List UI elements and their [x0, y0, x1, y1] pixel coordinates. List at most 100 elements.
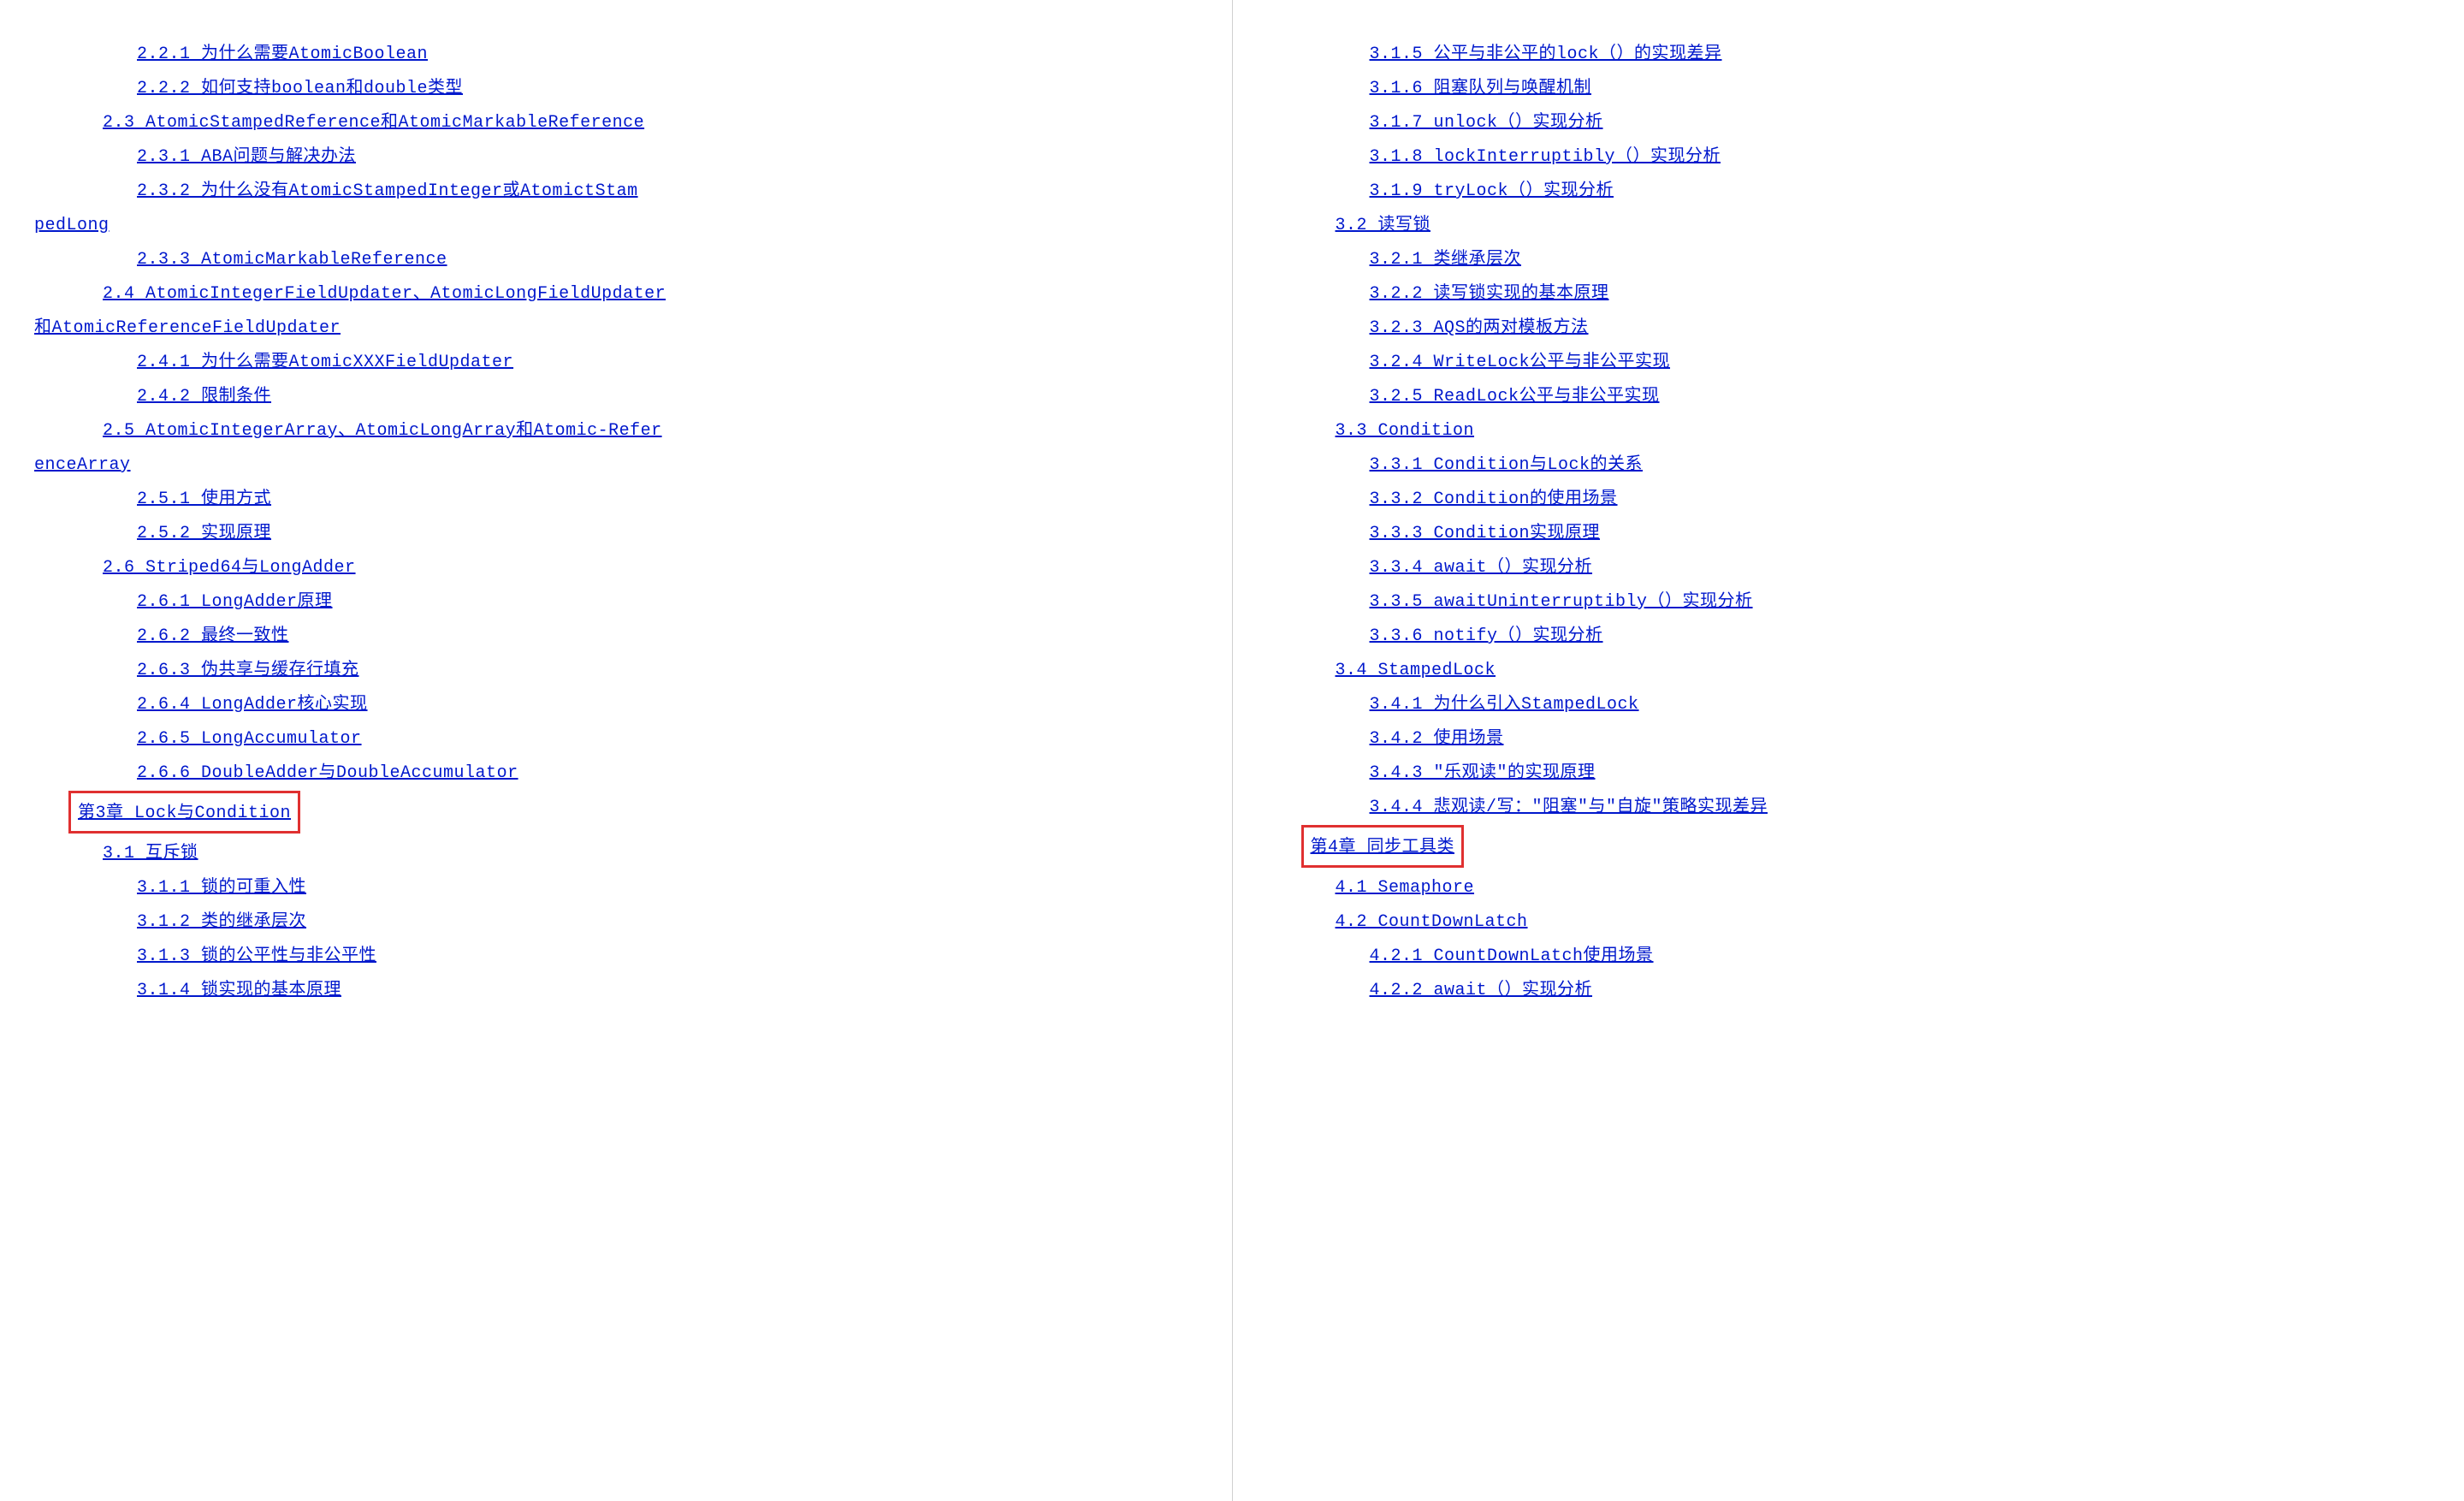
- toc-row: 2.6.6 DoubleAdder与DoubleAccumulator: [137, 756, 1198, 787]
- toc-link-continuation[interactable]: 和AtomicReferenceFieldUpdater: [34, 318, 341, 338]
- toc-link[interactable]: 2.6.3 伪共享与缓存行填充: [137, 661, 359, 680]
- toc-row: 3.1.2 类的继承层次: [137, 905, 1198, 936]
- toc-link[interactable]: 3.2.1 类继承层次: [1370, 250, 1522, 270]
- toc-row: 3.3 Condition: [1336, 414, 2431, 445]
- toc-link[interactable]: 2.6.5 LongAccumulator: [137, 729, 362, 749]
- toc-row: 2.6.3 伪共享与缓存行填充: [137, 654, 1198, 685]
- toc-row: 4.2.2 await（）实现分析: [1370, 974, 2431, 1005]
- toc-row: 2.3.3 AtomicMarkableReference: [137, 243, 1198, 274]
- toc-row: 2.6 Striped64与LongAdder: [103, 551, 1198, 582]
- toc-row: 3.1.5 公平与非公平的lock（）的实现差异: [1370, 38, 2431, 68]
- toc-link[interactable]: 2.4.1 为什么需要AtomicXXXFieldUpdater: [137, 353, 513, 372]
- toc-row: 3.1.9 tryLock（）实现分析: [1370, 175, 2431, 205]
- toc-link[interactable]: 2.4.2 限制条件: [137, 387, 271, 406]
- toc-row: 2.4.2 限制条件: [137, 380, 1198, 411]
- toc-row: 3.1.6 阻塞队列与唤醒机制: [1370, 72, 2431, 103]
- toc-row: 3.1.8 lockInterruptibly（）实现分析: [1370, 140, 2431, 171]
- toc-link[interactable]: 3.2.5 ReadLock公平与非公平实现: [1370, 387, 1660, 406]
- toc-row: 4.1 Semaphore: [1336, 871, 2431, 902]
- toc-link[interactable]: 2.3.1 ABA问题与解决办法: [137, 147, 356, 167]
- toc-row: 3.3.5 awaitUninterruptibly（）实现分析: [1370, 585, 2431, 616]
- chapter-highlight-box: 第4章 同步工具类: [1301, 825, 1465, 868]
- toc-row: 2.6.5 LongAccumulator: [137, 722, 1198, 753]
- toc-row: 第3章 Lock与Condition: [34, 791, 1198, 834]
- toc-link[interactable]: 2.2.1 为什么需要AtomicBoolean: [137, 44, 428, 64]
- toc-row: 4.2 CountDownLatch: [1336, 905, 2431, 936]
- toc-row: 2.3 AtomicStampedReference和AtomicMarkabl…: [103, 106, 1198, 137]
- toc-row: 3.4.2 使用场景: [1370, 722, 2431, 753]
- toc-row: 2.2.2 如何支持boolean和double类型: [137, 72, 1198, 103]
- toc-link[interactable]: 2.5.1 使用方式: [137, 489, 271, 509]
- toc-row: 2.6.2 最终一致性: [137, 620, 1198, 650]
- toc-link[interactable]: 4.2 CountDownLatch: [1336, 912, 1528, 932]
- toc-link[interactable]: 3.3.3 Condition实现原理: [1370, 524, 1601, 543]
- left-page: 2.2.1 为什么需要AtomicBoolean 2.2.2 如何支持boolea…: [0, 0, 1232, 1501]
- toc-link[interactable]: 3.3.6 notify（）实现分析: [1370, 626, 1603, 646]
- toc-link[interactable]: 3.4.3 "乐观读"的实现原理: [1370, 763, 1596, 783]
- toc-row: 3.4 StampedLock: [1336, 654, 2431, 685]
- toc-link-continuation[interactable]: pedLong: [34, 216, 110, 235]
- toc-chapter-link[interactable]: 第3章 Lock与Condition: [78, 804, 291, 823]
- toc-link[interactable]: 3.2.3 AQS的两对模板方法: [1370, 318, 1589, 338]
- toc-link[interactable]: 3.1.7 unlock（）实现分析: [1370, 113, 1603, 133]
- toc-row: 3.1.7 unlock（）实现分析: [1370, 106, 2431, 137]
- toc-link[interactable]: 3.1.8 lockInterruptibly（）实现分析: [1370, 147, 1721, 167]
- toc-link[interactable]: 3.1.2 类的继承层次: [137, 912, 306, 932]
- toc-link[interactable]: 2.6.4 LongAdder核心实现: [137, 695, 368, 715]
- toc-row: 2.4.1 为什么需要AtomicXXXFieldUpdater: [137, 346, 1198, 377]
- toc-link[interactable]: 3.4.2 使用场景: [1370, 729, 1504, 749]
- toc-link[interactable]: 3.4 StampedLock: [1336, 661, 1496, 680]
- toc-link-continuation[interactable]: enceArray: [34, 455, 131, 475]
- toc-link[interactable]: 2.6.1 LongAdder原理: [137, 592, 333, 612]
- toc-link[interactable]: 3.1.5 公平与非公平的lock（）的实现差异: [1370, 44, 1722, 64]
- toc-link[interactable]: 2.3 AtomicStampedReference和AtomicMarkabl…: [103, 113, 644, 133]
- toc-row: 3.2.3 AQS的两对模板方法: [1370, 311, 2431, 342]
- toc-link[interactable]: 3.2 读写锁: [1336, 216, 1431, 235]
- toc-row: 2.6.1 LongAdder原理: [137, 585, 1198, 616]
- toc-link[interactable]: 3.1.3 锁的公平性与非公平性: [137, 946, 376, 966]
- toc-link[interactable]: 2.6.2 最终一致性: [137, 626, 289, 646]
- toc-row: 3.3.4 await（）实现分析: [1370, 551, 2431, 582]
- toc-link[interactable]: 3.1 互斥锁: [103, 844, 198, 863]
- toc-row: 和AtomicReferenceFieldUpdater: [34, 311, 1198, 342]
- toc-chapter-link[interactable]: 第4章 同步工具类: [1311, 838, 1455, 857]
- toc-link[interactable]: 3.3.1 Condition与Lock的关系: [1370, 455, 1644, 475]
- toc-link[interactable]: 2.6 Striped64与LongAdder: [103, 558, 356, 578]
- toc-link[interactable]: 3.1.6 阻塞队列与唤醒机制: [1370, 79, 1592, 98]
- toc-row: 2.2.1 为什么需要AtomicBoolean: [137, 38, 1198, 68]
- toc-link[interactable]: 3.3.2 Condition的使用场景: [1370, 489, 1618, 509]
- toc-link[interactable]: 3.3.4 await（）实现分析: [1370, 558, 1593, 578]
- toc-link[interactable]: 3.2.4 WriteLock公平与非公平实现: [1370, 353, 1671, 372]
- toc-row: 3.2.5 ReadLock公平与非公平实现: [1370, 380, 2431, 411]
- toc-link[interactable]: 2.5 AtomicIntegerArray、AtomicLongArray和A…: [103, 421, 662, 441]
- toc-row: 3.1.3 锁的公平性与非公平性: [137, 940, 1198, 970]
- toc-link[interactable]: 2.3.2 为什么没有AtomicStampedInteger或AtomictS…: [137, 181, 638, 201]
- toc-row: 2.4 AtomicIntegerFieldUpdater、AtomicLong…: [103, 277, 1198, 308]
- toc-link[interactable]: 3.1.4 锁实现的基本原理: [137, 981, 341, 1000]
- toc-link[interactable]: 2.2.2 如何支持boolean和double类型: [137, 79, 463, 98]
- toc-row: 3.3.2 Condition的使用场景: [1370, 483, 2431, 513]
- toc-link[interactable]: 3.3.5 awaitUninterruptibly（）实现分析: [1370, 592, 1753, 612]
- toc-link[interactable]: 3.3 Condition: [1336, 421, 1475, 441]
- toc-link[interactable]: 3.4.1 为什么引入StampedLock: [1370, 695, 1639, 715]
- toc-link[interactable]: 3.4.4 悲观读/写："阻塞"与"自旋"策略实现差异: [1370, 798, 1768, 817]
- toc-row: 3.3.1 Condition与Lock的关系: [1370, 448, 2431, 479]
- page-spread: 2.2.1 为什么需要AtomicBoolean 2.2.2 如何支持boolea…: [0, 0, 2464, 1501]
- toc-link[interactable]: 2.3.3 AtomicMarkableReference: [137, 250, 447, 270]
- toc-row: enceArray: [34, 448, 1198, 479]
- right-page: 3.1.5 公平与非公平的lock（）的实现差异 3.1.6 阻塞队列与唤醒机制 3…: [1233, 0, 2464, 1501]
- toc-link[interactable]: 2.4 AtomicIntegerFieldUpdater、AtomicLong…: [103, 284, 666, 304]
- toc-link[interactable]: 4.1 Semaphore: [1336, 878, 1475, 898]
- toc-link[interactable]: 2.5.2 实现原理: [137, 524, 271, 543]
- toc-link[interactable]: 4.2.2 await（）实现分析: [1370, 981, 1593, 1000]
- toc-link[interactable]: 3.1.9 tryLock（）实现分析: [1370, 181, 1614, 201]
- toc-link[interactable]: 3.2.2 读写锁实现的基本原理: [1370, 284, 1609, 304]
- toc-row: 3.1 互斥锁: [103, 837, 1198, 868]
- toc-row: 2.5.2 实现原理: [137, 517, 1198, 548]
- toc-row: 2.6.4 LongAdder核心实现: [137, 688, 1198, 719]
- toc-link[interactable]: 4.2.1 CountDownLatch使用场景: [1370, 946, 1654, 966]
- toc-row: 4.2.1 CountDownLatch使用场景: [1370, 940, 2431, 970]
- toc-link[interactable]: 3.1.1 锁的可重入性: [137, 878, 306, 898]
- toc-link[interactable]: 2.6.6 DoubleAdder与DoubleAccumulator: [137, 763, 518, 783]
- toc-row: 2.5 AtomicIntegerArray、AtomicLongArray和A…: [103, 414, 1198, 445]
